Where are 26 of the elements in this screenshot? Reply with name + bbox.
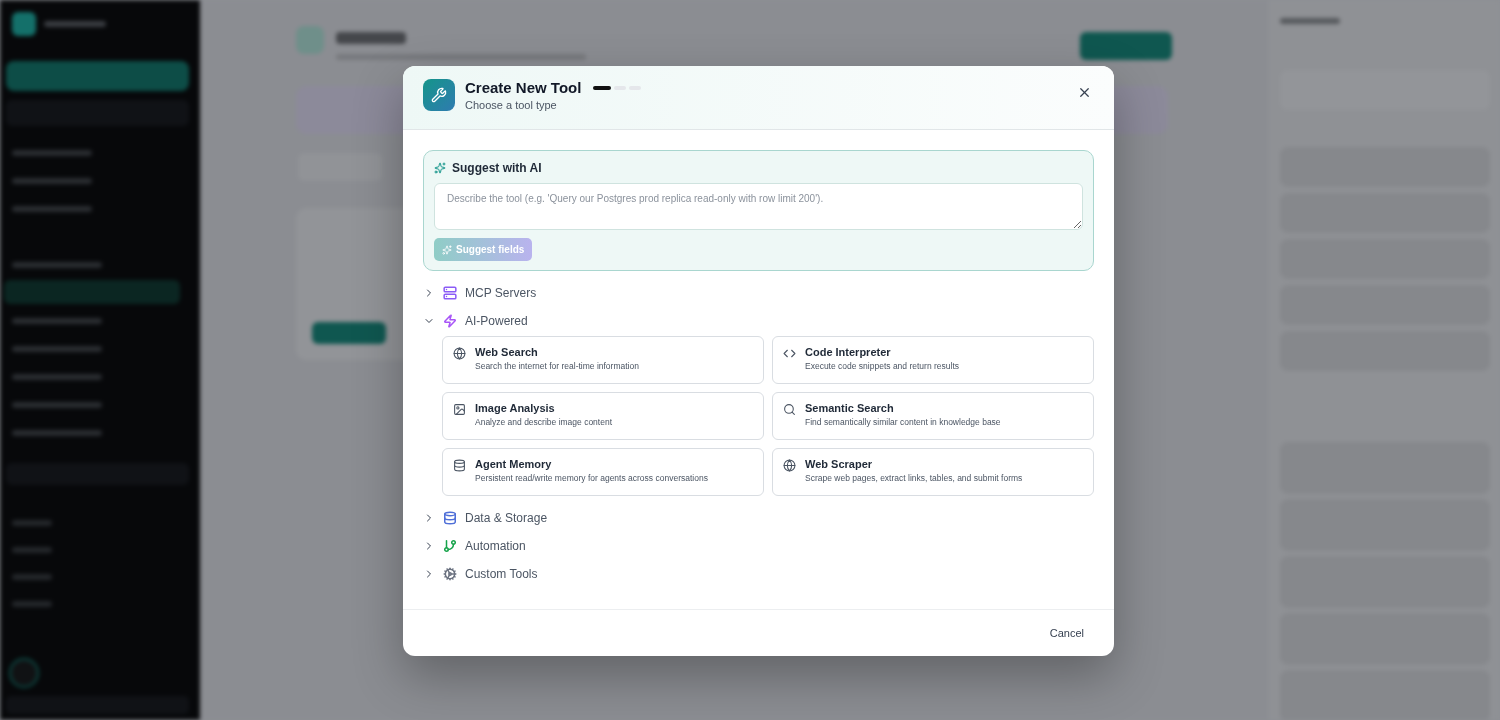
panel-title: Suggest with AI [452,161,542,175]
close-icon [1077,85,1092,100]
tool-type-card[interactable]: Web Search Search the internet for real-time information [442,336,764,384]
code-icon [783,347,796,360]
dialog-title: Create New Tool [465,79,582,96]
sparkles-icon [434,162,446,174]
tool-type-card[interactable]: Image Analysis Analyze and describe image content [442,392,764,440]
dialog-subtitle: Choose a tool type [465,99,558,111]
image-icon [453,403,466,416]
category-label[interactable]: Custom Tools [465,567,538,581]
tool-type-card[interactable]: Semantic Search Find semantically similar content in knowledge base [772,392,1094,440]
wrench-icon [423,79,455,111]
tool-type-card[interactable]: Web Scraper Scrape web pages, extract links, tables, and submit forms [772,448,1094,496]
sparkles-icon [442,244,452,255]
search-icon [783,403,796,416]
database-icon [453,459,466,472]
category-label[interactable]: AI-Powered [465,314,528,328]
tool-type-card[interactable]: Agent Memory Persistent read/write memory for agents across conversations [442,448,764,496]
tool-type-card[interactable]: Code Interpreter Execute code snippets and return results [772,336,1094,384]
cancel-button[interactable]: Cancel [1039,621,1094,645]
category-label[interactable]: Automation [465,539,526,553]
globe-icon [783,459,796,472]
category-label[interactable]: Data & Storage [465,511,548,525]
description-field[interactable]: Describe the tool (e.g. 'Query our Postgres prod replica read-only with row limit 200'). [434,183,1083,230]
globe-icon [453,347,466,360]
category-label[interactable]: MCP Servers [465,286,537,300]
